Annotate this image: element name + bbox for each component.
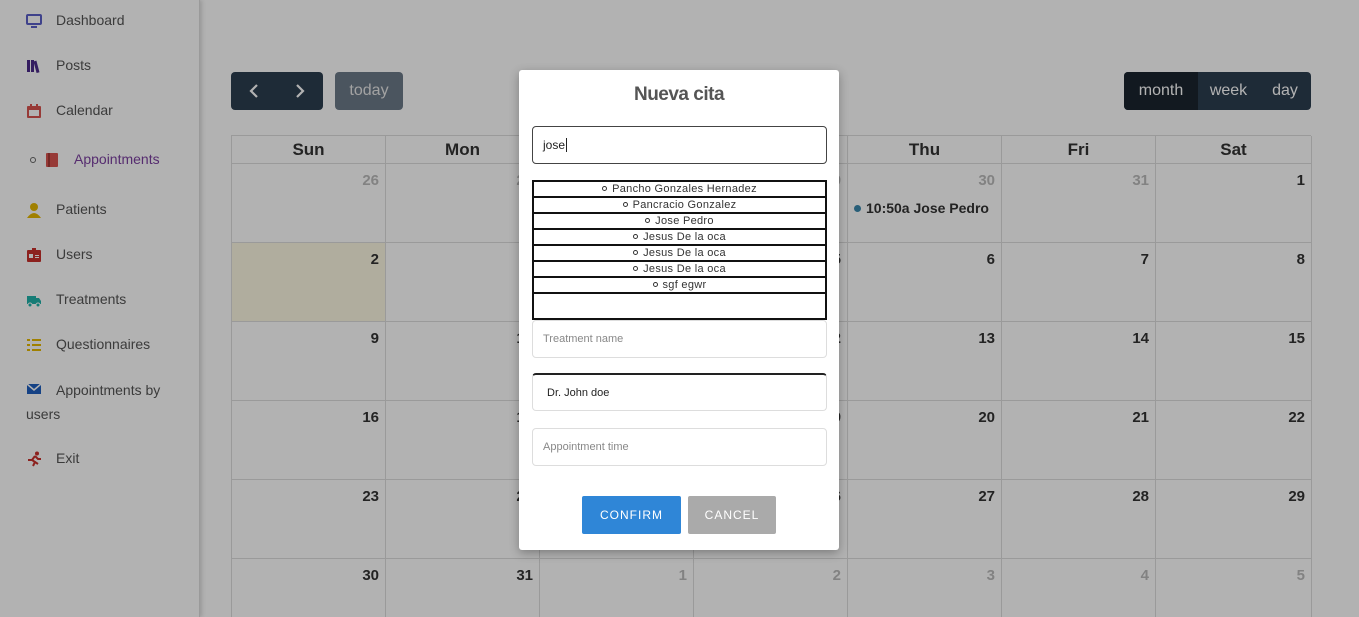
bullet-icon xyxy=(633,265,639,271)
patient-name: Pancho Gonzales Hernadez xyxy=(612,183,757,195)
appointment-time-field[interactable]: Appointment time xyxy=(532,428,827,466)
patient-name: Jesus De la oca xyxy=(643,231,726,243)
patient-results-list: Pancho Gonzales Hernadez Pancracio Gonzal… xyxy=(532,180,827,320)
bullet-icon xyxy=(645,217,651,223)
cancel-button[interactable]: CANCEL xyxy=(688,496,776,534)
dialog-title: Nueva cita xyxy=(633,84,725,105)
patient-result-item[interactable]: Pancho Gonzales Hernadez xyxy=(534,182,825,198)
bullet-icon xyxy=(652,281,658,287)
bullet-icon xyxy=(622,201,628,207)
treatment-name-field[interactable]: Treatment name xyxy=(532,320,827,358)
search-value: jose xyxy=(543,138,566,152)
patient-name: Jesus De la oca xyxy=(643,263,726,275)
bullet-icon xyxy=(633,233,639,239)
patient-result-item[interactable]: sgf egwr xyxy=(534,278,825,294)
bullet-icon xyxy=(602,185,608,191)
patient-result-item[interactable]: Jesus De la oca xyxy=(534,246,825,262)
text-caret xyxy=(566,138,568,152)
patient-name: Pancracio Gonzalez xyxy=(632,199,737,211)
doctor-field[interactable]: Dr. John doe xyxy=(532,373,827,411)
new-appointment-dialog: Nueva cita jose Pancho Gonzales Hernadez… xyxy=(519,70,839,550)
patient-result-item[interactable]: Jose Pedro xyxy=(534,214,825,230)
patient-name: Jesus De la oca xyxy=(643,247,726,259)
patient-result-item[interactable]: Pancracio Gonzalez xyxy=(534,198,825,214)
bullet-icon xyxy=(633,249,639,255)
patient-name: sgf egwr xyxy=(662,279,707,291)
patient-result-item[interactable]: Jesus De la oca xyxy=(534,230,825,246)
confirm-button[interactable]: CONFIRM xyxy=(582,496,681,534)
patient-name: Jose Pedro xyxy=(655,215,714,227)
patient-search-input[interactable]: jose xyxy=(532,126,827,164)
patient-result-item[interactable]: Jesus De la oca xyxy=(534,262,825,278)
